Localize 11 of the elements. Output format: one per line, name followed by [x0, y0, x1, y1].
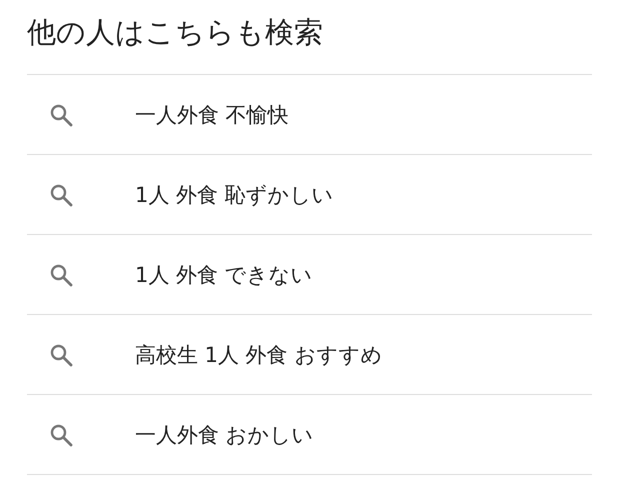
search-suggestion[interactable]: 1人 外食 恥ずかしい [27, 155, 592, 235]
search-suggestion[interactable]: 1人 外食 できない [27, 235, 592, 315]
search-suggestion[interactable]: 一人外食 おかしい [27, 395, 592, 475]
search-icon [49, 262, 73, 286]
search-icon [49, 422, 73, 446]
search-icon [49, 102, 73, 126]
search-icon [49, 342, 73, 366]
search-icon [49, 182, 73, 206]
search-suggestion[interactable]: 一人外食 不愉快 [27, 75, 592, 155]
section-title: 他の人はこちらも検索 [27, 0, 592, 75]
search-suggestion[interactable]: 高校生 1人 外食 おすすめ [27, 315, 592, 395]
